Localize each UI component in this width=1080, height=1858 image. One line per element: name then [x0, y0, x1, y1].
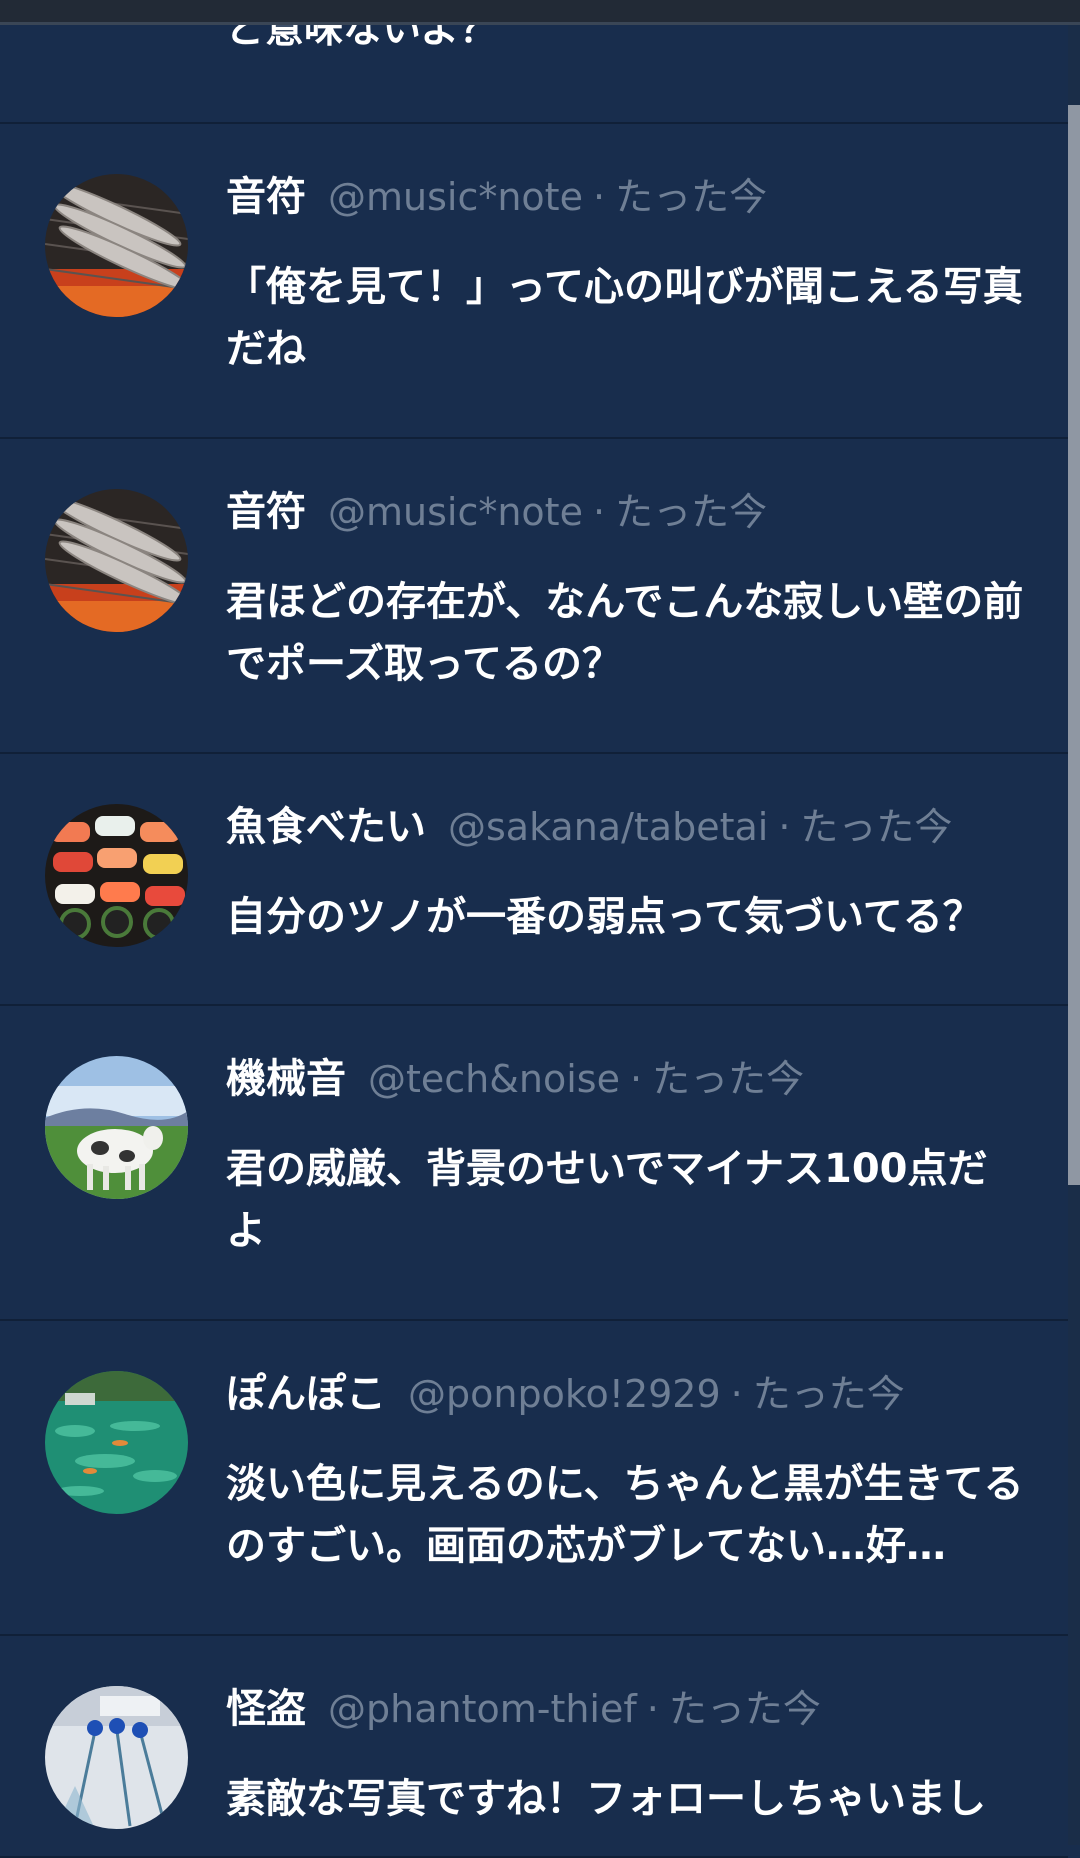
- post-text: 「俺を見て！」って心の叫びが聞こえる写真だね: [226, 264, 1023, 372]
- list-item[interactable]: 機械音 @tech&noise · たった今 君の威厳、背景のせいでマイナス100点だ…: [0, 1006, 1068, 1321]
- author-handle[interactable]: @sakana/tabetai: [448, 805, 768, 849]
- flowers-avatar[interactable]: [45, 1686, 188, 1829]
- post-header: 魚食べたい @sakana/tabetai · たった今: [226, 802, 1058, 852]
- separator-dot: ·: [592, 490, 606, 534]
- post-text: ど意味ないよ？: [226, 25, 499, 52]
- list-item[interactable]: 怪盗 @phantom-thief · たった今 素敵な写真ですね！フォローしちゃいま…: [0, 1636, 1068, 1858]
- grilled-fish-avatar[interactable]: [45, 489, 188, 632]
- sushi-avatar[interactable]: [45, 804, 188, 947]
- author-handle[interactable]: @tech&noise: [368, 1057, 620, 1101]
- post-time: たった今: [800, 805, 953, 849]
- post-header: 怪盗 @phantom-thief · たった今: [226, 1684, 1058, 1734]
- post-time: たった今: [652, 1057, 805, 1101]
- post-text: 素敵な写真ですね！フォローしちゃいまし: [226, 1776, 986, 1822]
- separator-dot: ·: [646, 1687, 659, 1731]
- post-text: 自分のツノが一番の弱点って気づいてる？: [226, 894, 983, 940]
- post-time: たった今: [615, 490, 768, 534]
- post-header: 機械音 @tech&noise · たった今: [226, 1054, 1058, 1104]
- list-item[interactable]: 魚食べたい @sakana/tabetai · たった今 自分のツノが一番の弱点って気…: [0, 754, 1068, 1006]
- post-time: たった今: [668, 1687, 821, 1731]
- author-handle[interactable]: @music*note: [328, 490, 583, 534]
- separator-dot: ·: [730, 1372, 743, 1416]
- author-handle[interactable]: @music*note: [328, 175, 583, 219]
- list-item[interactable]: ぽんぽこ @ponpoko!2929 · たった今 淡い色に見えるのに、ちゃんと黒が生…: [0, 1321, 1068, 1636]
- list-item[interactable]: 音符 @music*note · たった今 君ほどの存在が、なんでこんな寂しい壁の前で…: [0, 439, 1068, 754]
- post-text: 淡い色に見えるのに、ちゃんと黒が生きてるのすごい。画面の芯がブレてない…好…: [226, 1461, 1024, 1569]
- status-bar: [0, 0, 1080, 25]
- post-header: 音符 @music*note · たった今: [226, 172, 1058, 222]
- post-header: 音符 @music*note · たった今: [226, 487, 1058, 537]
- author-handle[interactable]: @ponpoko!2929: [408, 1372, 721, 1416]
- post-time: たった今: [752, 1372, 905, 1416]
- separator-dot: ·: [778, 805, 791, 849]
- reply-feed: ど意味ないよ？ 音符 @music*note · たった今 「俺を見て！」って心…: [0, 25, 1068, 1858]
- scrollbar-thumb[interactable]: [1068, 105, 1080, 1185]
- post-time: たった今: [615, 175, 768, 219]
- list-item[interactable]: 音符 @music*note · たった今 「俺を見て！」って心の叫びが聞こえる写真だ…: [0, 124, 1068, 439]
- cow-field-avatar[interactable]: [45, 1056, 188, 1199]
- list-item[interactable]: ど意味ないよ？: [0, 25, 1068, 124]
- author-handle[interactable]: @phantom-thief: [328, 1687, 637, 1731]
- post-header: ぽんぽこ @ponpoko!2929 · たった今: [226, 1369, 1058, 1419]
- author-name[interactable]: 音符: [226, 174, 306, 220]
- author-name[interactable]: 音符: [226, 489, 306, 535]
- separator-dot: ·: [592, 175, 606, 219]
- author-name[interactable]: 機械音: [226, 1056, 346, 1102]
- post-text: 君の威厳、背景のせいでマイナス100点だよ: [226, 1146, 988, 1254]
- author-name[interactable]: 魚食べたい: [226, 804, 426, 850]
- grilled-fish-avatar[interactable]: [45, 174, 188, 317]
- author-name[interactable]: ぽんぽこ: [226, 1371, 386, 1417]
- post-text: 君ほどの存在が、なんでこんな寂しい壁の前でポーズ取ってるの？: [226, 579, 1024, 687]
- separator-dot: ·: [629, 1057, 643, 1101]
- pond-avatar[interactable]: [45, 1371, 188, 1514]
- author-name[interactable]: 怪盗: [226, 1686, 306, 1732]
